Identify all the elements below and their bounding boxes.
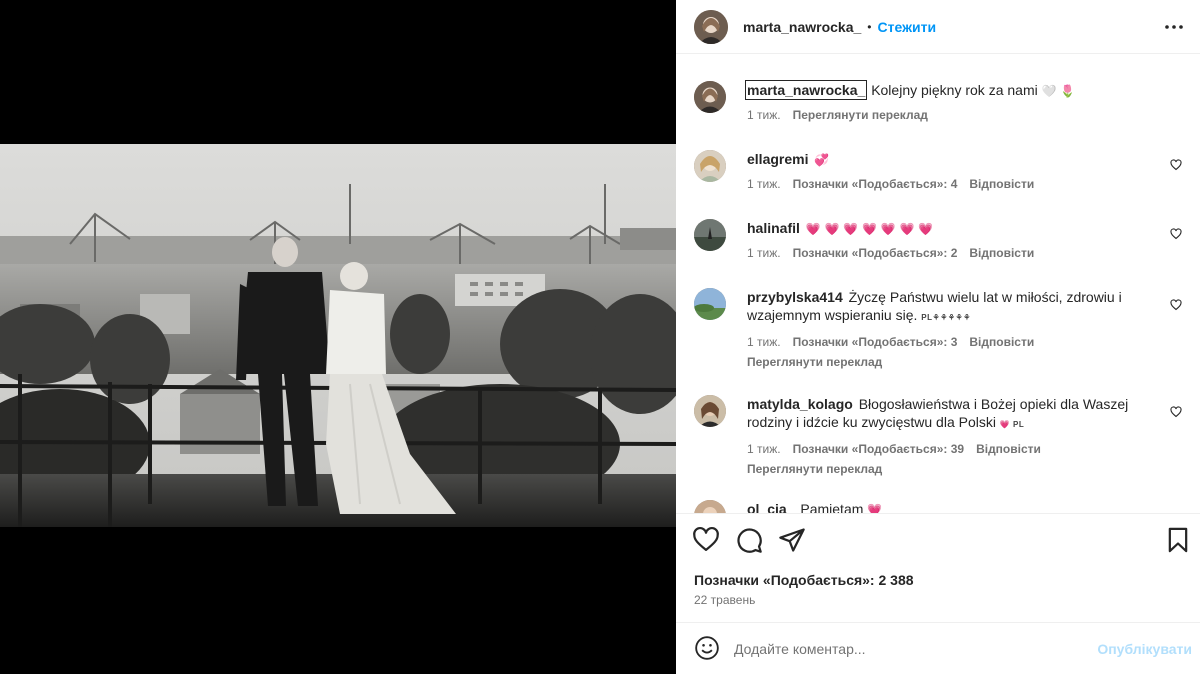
reply-button[interactable]: Відповісти <box>969 177 1034 191</box>
caption-time[interactable]: 1 тиж. <box>747 108 781 122</box>
post-header: marta_nawrocka_ • Стежити <box>676 0 1200 54</box>
comment-likes[interactable]: Позначки «Подобається»: 39 <box>793 442 964 456</box>
separator-dot: • <box>867 19 872 34</box>
comment-like-icon[interactable] <box>1170 228 1182 240</box>
caption-username[interactable]: marta_nawrocka_ <box>744 80 868 100</box>
comment-time[interactable]: 1 тиж. <box>747 246 781 260</box>
comment-emoji: PL⚘⚘⚘⚘⚘ <box>921 313 971 322</box>
comment-like-icon[interactable] <box>1170 159 1182 171</box>
comment-avatar[interactable] <box>694 288 726 320</box>
comments-list[interactable]: marta_nawrocka_ Kolejny piękny rok za na… <box>676 55 1200 513</box>
instagram-post-modal: marta_nawrocka_ • Стежити marta_nawrocka… <box>0 0 1200 674</box>
save-bookmark-icon[interactable] <box>1164 526 1192 554</box>
publish-button[interactable]: Опублікувати <box>1097 641 1192 657</box>
comment-icon[interactable] <box>735 526 763 554</box>
comment-likes[interactable]: Позначки «Подобається»: 2 <box>793 246 958 260</box>
like-heart-icon[interactable] <box>692 526 720 554</box>
author-username[interactable]: marta_nawrocka_ <box>743 19 861 35</box>
caption-avatar[interactable] <box>694 81 726 113</box>
comment-emoji: 💗 💗 💗 💗 💗 💗 💗 <box>805 222 934 236</box>
comment-emoji: 💗 PL <box>999 420 1025 429</box>
caption-emoji: 🤍 🌷 <box>1041 84 1076 98</box>
comment-username[interactable]: przybylska414 <box>747 289 843 305</box>
comment-time[interactable]: 1 тиж. <box>747 177 781 191</box>
comment-text: Pamiętam <box>800 501 864 513</box>
post-actions <box>692 526 1192 554</box>
media-area <box>0 0 676 674</box>
comment-avatar[interactable] <box>694 150 726 182</box>
caption-text: marta_nawrocka_ Kolejny piękny rok za na… <box>744 80 1167 100</box>
comment-avatar[interactable] <box>694 395 726 427</box>
post-side-panel: marta_nawrocka_ • Стежити marta_nawrocka… <box>676 0 1200 674</box>
emoji-picker-icon[interactable] <box>694 635 720 661</box>
comment-emoji: 💗 <box>867 503 883 513</box>
comment-input[interactable] <box>734 637 1074 661</box>
comment-avatar[interactable] <box>694 500 726 513</box>
follow-button[interactable]: Стежити <box>878 19 937 35</box>
more-horizontal-icon[interactable] <box>1164 17 1184 37</box>
add-comment-bar: Опублікувати <box>692 634 1192 664</box>
likes-count[interactable]: Позначки «Подобається»: 2 388 <box>694 572 914 588</box>
comment-time[interactable]: 1 тиж. <box>747 442 781 456</box>
comment-emoji: 💞 <box>814 153 830 167</box>
comment-like-icon[interactable] <box>1170 406 1182 418</box>
reply-button[interactable]: Відповісти <box>969 335 1034 349</box>
reply-button[interactable]: Відповісти <box>969 246 1034 260</box>
comment-username[interactable]: matylda_kolago <box>747 396 853 412</box>
comment-avatar[interactable] <box>694 219 726 251</box>
translate-button[interactable]: Переглянути переклад <box>747 355 1167 369</box>
author-avatar[interactable] <box>694 9 728 44</box>
divider <box>676 513 1200 514</box>
comment-username[interactable]: ol_cia_ <box>747 501 794 513</box>
comment-time[interactable]: 1 тиж. <box>747 335 781 349</box>
caption-meta: 1 тиж. Переглянути переклад <box>747 108 1167 122</box>
post-photo[interactable] <box>0 144 676 527</box>
comment-username[interactable]: halinafil <box>747 220 800 236</box>
comment-like-icon[interactable] <box>1170 299 1182 311</box>
comment-likes[interactable]: Позначки «Подобається»: 3 <box>793 335 958 349</box>
share-send-icon[interactable] <box>778 526 806 554</box>
wedding-photo-image <box>0 144 676 527</box>
divider <box>676 622 1200 623</box>
caption-translate-button[interactable]: Переглянути переклад <box>793 108 928 122</box>
reply-button[interactable]: Відповісти <box>976 442 1041 456</box>
post-date[interactable]: 22 травень <box>694 593 755 607</box>
caption-message: Kolejny piękny rok za nami <box>871 82 1038 98</box>
comment-likes[interactable]: Позначки «Подобається»: 4 <box>793 177 958 191</box>
translate-button[interactable]: Переглянути переклад <box>747 462 1167 476</box>
comment-username[interactable]: ellagremi <box>747 151 808 167</box>
